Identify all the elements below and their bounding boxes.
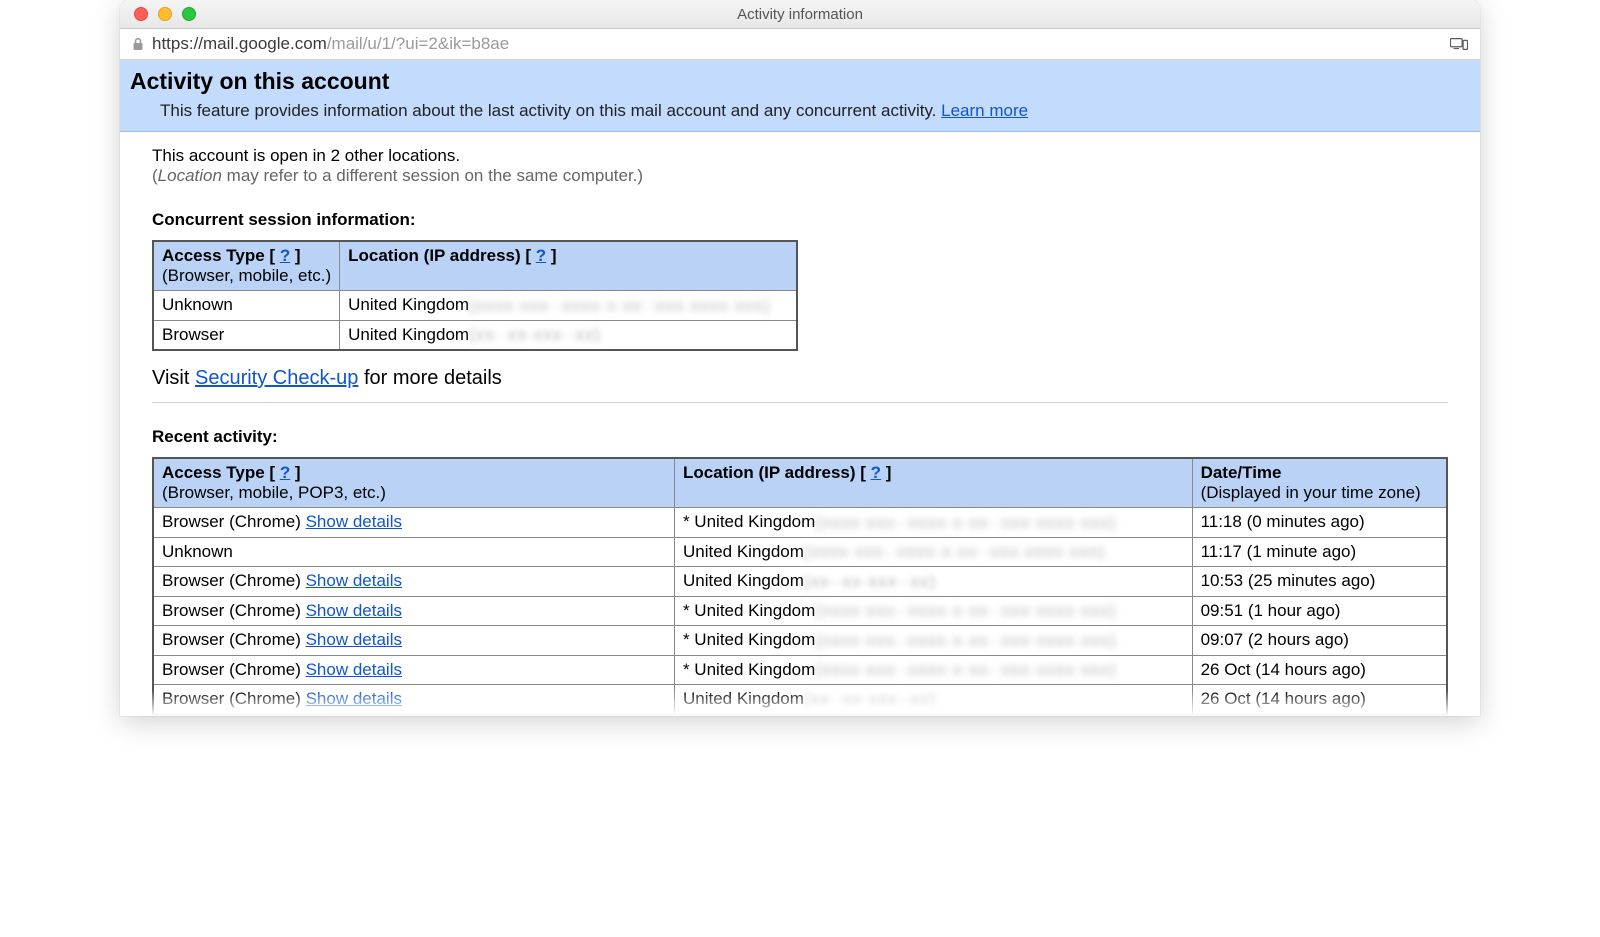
table-row: Browser (Chrome) Show detailsUnited King…	[153, 567, 1447, 597]
redacted-ip: (xx··xx·xxx··xx)	[469, 325, 601, 345]
window-controls	[120, 7, 196, 21]
cell-datetime: 09:07 (2 hours ago)	[1192, 626, 1447, 656]
cell-access-type: Browser (Chrome) Show details	[153, 567, 674, 597]
table-row: UnknownUnited Kingdom (xxxx·xxx··xxxx·x·…	[153, 291, 797, 321]
cell-location: United Kingdom (xx··xx·xxx··xx)	[674, 567, 1192, 597]
page-header: Activity on this account This feature pr…	[120, 60, 1480, 132]
maximize-window-button[interactable]	[182, 7, 196, 21]
page-title: Activity on this account	[130, 68, 1470, 95]
table-row: Browser (Chrome) Show detailsUnited King…	[153, 685, 1447, 715]
cell-datetime: 11:17 (1 minute ago)	[1192, 537, 1447, 567]
cell-location: * United Kingdom (xxxx·xxx··xxxx·x·xx··x…	[674, 655, 1192, 685]
security-checkup-link[interactable]: Security Check-up	[195, 367, 358, 389]
redacted-ip: (xxxx·xxx··xxxx·x·xx··xxx·xxxx·xxx)	[804, 542, 1105, 562]
show-details-link[interactable]: Show details	[306, 689, 402, 708]
cell-datetime: 09:51 (1 hour ago)	[1192, 596, 1447, 626]
close-window-button[interactable]	[134, 7, 148, 21]
table-row: Browser (Chrome) Show details* United Ki…	[153, 596, 1447, 626]
cell-location: United Kingdom (xx··xx·xxx··xx)	[674, 685, 1192, 715]
cell-datetime: 26 Oct (14 hours ago)	[1192, 685, 1447, 715]
show-details-link[interactable]: Show details	[306, 630, 402, 649]
security-checkup-line: Visit Security Check-up for more details	[152, 367, 1448, 390]
cell-location: * United Kingdom (xxxx·xxx··xxxx·x·xx··x…	[674, 596, 1192, 626]
open-locations-status: This account is open in 2 other location…	[152, 146, 1448, 166]
show-details-link[interactable]: Show details	[306, 660, 402, 679]
page-subtitle-text: This feature provides information about …	[160, 101, 941, 120]
cell-location: United Kingdom (xx··xx·xxx··xx)	[340, 320, 798, 350]
cell-location: United Kingdom (xxxx·xxx··xxxx·x·xx··xxx…	[674, 537, 1192, 567]
recent-activity-table: Access Type [ ? ] (Browser, mobile, POP3…	[152, 457, 1448, 716]
show-details-link[interactable]: Show details	[306, 512, 402, 531]
url-path: /mail/u/1/?ui=2&ik=b8ae	[327, 34, 509, 54]
minimize-window-button[interactable]	[158, 7, 172, 21]
table-row: Browser (Chrome) Show details* United Ki…	[153, 655, 1447, 685]
page-subtitle: This feature provides information about …	[160, 101, 1470, 121]
th-access-type: Access Type [ ? ] (Browser, mobile, etc.…	[153, 241, 340, 291]
th-location: Location (IP address) [ ? ]	[674, 458, 1192, 508]
show-details-link[interactable]: Show details	[306, 571, 402, 590]
access-type-help-link[interactable]: ?	[280, 463, 290, 482]
cell-location: United Kingdom (xxxx·xxx··xxxx·x·xx··xxx…	[340, 291, 798, 321]
th-location: Location (IP address) [ ? ]	[340, 241, 798, 291]
url-bar: https://mail.google.com/mail/u/1/?ui=2&i…	[120, 29, 1480, 60]
location-help-link[interactable]: ?	[871, 463, 881, 482]
concurrent-heading: Concurrent session information:	[152, 210, 1448, 230]
redacted-ip: (xx··xx·xxx··xx)	[804, 690, 936, 710]
table-row: BrowserUnited Kingdom (xx··xx·xxx··xx)	[153, 320, 797, 350]
open-locations-note: (Location may refer to a different sessi…	[152, 166, 1448, 186]
divider	[152, 402, 1448, 403]
location-help-link[interactable]: ?	[536, 246, 546, 265]
redacted-ip: (xxxx·xxx··xxxx·x·xx··xxx·xxxx·xxx)	[815, 513, 1116, 533]
recent-heading: Recent activity:	[152, 427, 1448, 447]
redacted-ip: (xxxx·xxx··xxxx·x·xx··xxx·xxxx·xxx)	[815, 631, 1116, 651]
url-domain: https://mail.google.com	[152, 34, 327, 54]
cell-access-type: Browser (Chrome) Show details	[153, 596, 674, 626]
th-datetime: Date/Time (Displayed in your time zone)	[1192, 458, 1447, 508]
redacted-ip: (xxxx·xxx··xxxx·x·xx··xxx·xxxx·xxx)	[469, 296, 770, 316]
table-row: Browser (Chrome) Show details* United Ki…	[153, 508, 1447, 538]
table-row: Browser (Chrome) Show details* United Ki…	[153, 626, 1447, 656]
cell-access-type: Browser (Chrome) Show details	[153, 508, 674, 538]
cell-access-type: Browser (Chrome) Show details	[153, 685, 674, 715]
cell-access-type: Browser (Chrome) Show details	[153, 655, 674, 685]
devices-icon[interactable]	[1450, 37, 1468, 51]
titlebar: Activity information	[120, 0, 1480, 29]
cell-access-type: Unknown	[153, 291, 340, 321]
cell-access-type: Unknown	[153, 537, 674, 567]
redacted-ip: (xxxx·xxx··xxxx·x·xx··xxx·xxxx·xxx)	[815, 660, 1116, 680]
redacted-ip: (xx··xx·xxx··xx)	[804, 572, 936, 592]
cell-datetime: 26 Oct (14 hours ago)	[1192, 655, 1447, 685]
cell-datetime: 11:18 (0 minutes ago)	[1192, 508, 1447, 538]
cell-location: * United Kingdom (xxxx·xxx··xxxx·x·xx··x…	[674, 508, 1192, 538]
table-row: UnknownUnited Kingdom (xxxx·xxx··xxxx·x·…	[153, 537, 1447, 567]
th-access-type: Access Type [ ? ] (Browser, mobile, POP3…	[153, 458, 674, 508]
concurrent-table: Access Type [ ? ] (Browser, mobile, etc.…	[152, 240, 798, 351]
window-title: Activity information	[120, 6, 1480, 23]
cell-datetime: 10:53 (25 minutes ago)	[1192, 567, 1447, 597]
redacted-ip: (xxxx·xxx··xxxx·x·xx··xxx·xxxx·xxx)	[815, 601, 1116, 621]
cell-location: * United Kingdom (xxxx·xxx··xxxx·x·xx··x…	[674, 626, 1192, 656]
cell-access-type: Browser (Chrome) Show details	[153, 626, 674, 656]
access-type-help-link[interactable]: ?	[280, 246, 290, 265]
learn-more-link[interactable]: Learn more	[941, 101, 1028, 120]
cell-access-type: Browser	[153, 320, 340, 350]
show-details-link[interactable]: Show details	[306, 601, 402, 620]
lock-icon	[132, 37, 144, 51]
